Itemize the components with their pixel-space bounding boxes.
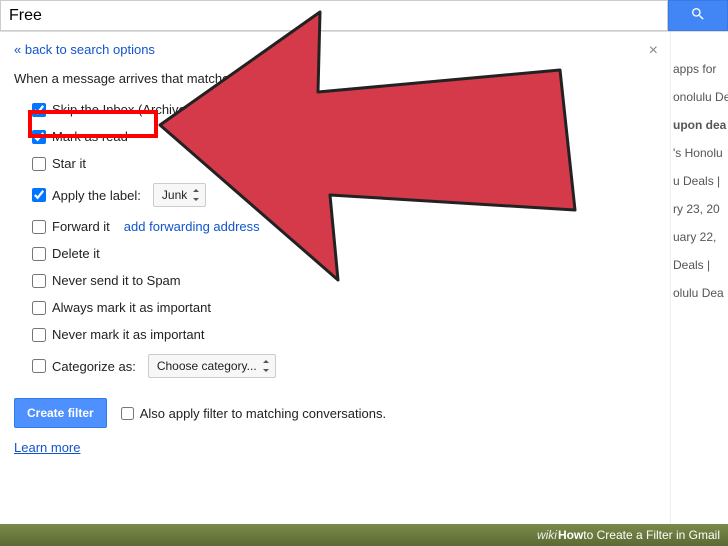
footer-bar: wiki How to Create a Filter in Gmail	[0, 524, 728, 546]
list-snippet: apps for	[671, 62, 728, 76]
label-mark-read: Mark as read	[52, 129, 128, 144]
option-always-important: Always mark it as important	[14, 294, 714, 321]
label-forward: Forward it	[52, 219, 110, 234]
label-apply-label: Apply the label:	[52, 188, 141, 203]
checkbox-categorize[interactable]	[32, 359, 46, 373]
list-snippet: 's Honolu	[671, 146, 728, 160]
list-snippet: Deals |	[671, 258, 728, 272]
checkbox-apply-label[interactable]	[32, 188, 46, 202]
label-never-important: Never mark it as important	[52, 327, 204, 342]
search-input[interactable]	[0, 0, 668, 31]
option-categorize: Categorize as: Choose category...	[14, 348, 714, 384]
intro-text: When a message arrives that matches this…	[14, 71, 714, 86]
option-skip-inbox: Skip the Inbox (Archive it)	[14, 96, 714, 123]
select-label[interactable]: Junk	[153, 183, 206, 207]
filter-panel: × « back to search options When a messag…	[0, 32, 728, 465]
learn-more-link[interactable]: Learn more	[14, 440, 80, 455]
label-always-important: Always mark it as important	[52, 300, 211, 315]
list-snippet: ry 23, 20	[671, 202, 728, 216]
right-message-list: apps for onolulu De upon dea 's Honolu u…	[670, 32, 728, 524]
label-skip-inbox: Skip the Inbox (Archive it)	[52, 102, 200, 117]
list-snippet: upon dea	[671, 118, 728, 132]
list-snippet: onolulu De	[671, 90, 728, 104]
checkbox-star[interactable]	[32, 157, 46, 171]
option-apply-label: Apply the label: Junk	[14, 177, 714, 213]
option-star: Star it	[14, 150, 714, 177]
label-star: Star it	[52, 156, 86, 171]
back-to-search-link[interactable]: « back to search options	[14, 42, 155, 57]
footer-bold: How	[558, 528, 583, 542]
list-snippet: olulu Dea	[671, 286, 728, 300]
footer-prefix: wiki	[537, 528, 557, 542]
option-mark-read: Mark as read	[14, 123, 714, 150]
add-forwarding-link[interactable]: add forwarding address	[124, 219, 260, 234]
close-icon[interactable]: ×	[649, 42, 658, 60]
footer-rest: to Create a Filter in Gmail	[583, 528, 720, 542]
list-snippet: u Deals |	[671, 174, 728, 188]
checkbox-skip-inbox[interactable]	[32, 103, 46, 117]
checkbox-delete[interactable]	[32, 247, 46, 261]
option-never-spam: Never send it to Spam	[14, 267, 714, 294]
label-never-spam: Never send it to Spam	[52, 273, 181, 288]
checkbox-always-important[interactable]	[32, 301, 46, 315]
search-bar	[0, 0, 728, 32]
option-never-important: Never mark it as important	[14, 321, 714, 348]
search-icon	[690, 6, 706, 25]
create-filter-button[interactable]: Create filter	[14, 398, 107, 428]
label-delete: Delete it	[52, 246, 100, 261]
checkbox-never-spam[interactable]	[32, 274, 46, 288]
checkbox-also-apply[interactable]	[121, 407, 134, 420]
list-snippet: uary 22,	[671, 230, 728, 244]
option-delete: Delete it	[14, 240, 714, 267]
search-button[interactable]	[668, 0, 728, 31]
checkbox-forward[interactable]	[32, 220, 46, 234]
option-forward: Forward it add forwarding address	[14, 213, 714, 240]
checkbox-never-important[interactable]	[32, 328, 46, 342]
label-also-apply: Also apply filter to matching conversati…	[140, 406, 386, 421]
create-row: Create filter Also apply filter to match…	[14, 384, 714, 434]
label-categorize: Categorize as:	[52, 359, 136, 374]
select-category[interactable]: Choose category...	[148, 354, 276, 378]
checkbox-mark-read[interactable]	[32, 130, 46, 144]
